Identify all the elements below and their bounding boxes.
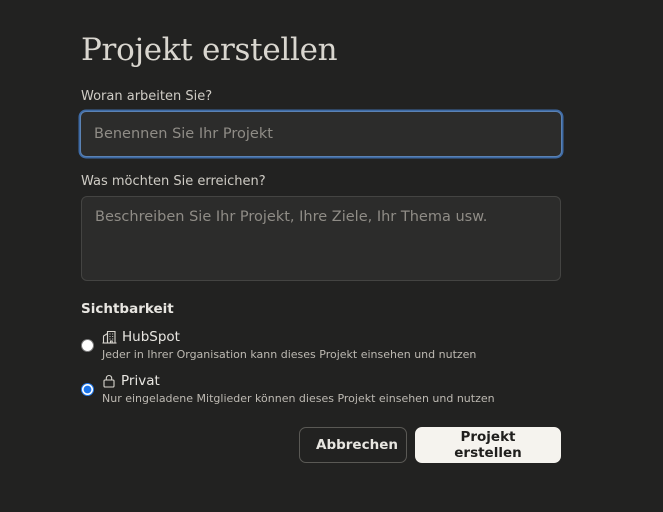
project-description-label: Was möchten Sie erreichen? xyxy=(81,174,266,189)
project-description-input[interactable] xyxy=(81,196,561,281)
dialog-actions: Abbrechen Projekt erstellen xyxy=(299,427,561,463)
visibility-option-hubspot-title-row: HubSpot xyxy=(102,328,476,346)
visibility-heading: Sichtbarkeit xyxy=(81,301,174,317)
visibility-option-private[interactable]: Privat Nur eingeladene Mitglieder können… xyxy=(81,372,561,412)
visibility-option-hubspot[interactable]: HubSpot Jeder in Ihrer Organisation kann… xyxy=(81,328,561,368)
visibility-option-hubspot-label: HubSpot xyxy=(122,329,180,345)
visibility-option-hubspot-description: Jeder in Ihrer Organisation kann dieses … xyxy=(102,348,477,361)
visibility-radio-hubspot[interactable] xyxy=(81,339,94,352)
dialog-title: Projekt erstellen xyxy=(81,32,338,68)
visibility-option-hubspot-body: HubSpot Jeder in Ihrer Organisation kann… xyxy=(102,328,476,363)
visibility-option-private-title-row: Privat xyxy=(102,372,495,390)
create-project-button[interactable]: Projekt erstellen xyxy=(415,427,561,463)
project-name-label: Woran arbeiten Sie? xyxy=(81,89,213,104)
visibility-option-private-description: Nur eingeladene Mitglieder können dieses… xyxy=(102,392,495,405)
visibility-option-private-label: Privat xyxy=(121,373,160,389)
project-name-input[interactable] xyxy=(80,111,562,157)
visibility-radio-private[interactable] xyxy=(81,383,94,396)
project-form: Projekt erstellen Woran arbeiten Sie? Wa… xyxy=(80,28,562,412)
create-project-dialog: Projekt erstellen Woran arbeiten Sie? Wa… xyxy=(0,0,663,512)
cancel-button[interactable]: Abbrechen xyxy=(299,427,407,463)
visibility-option-private-body: Privat Nur eingeladene Mitglieder können… xyxy=(102,372,495,407)
lock-icon xyxy=(103,375,115,388)
building-icon xyxy=(102,330,117,344)
